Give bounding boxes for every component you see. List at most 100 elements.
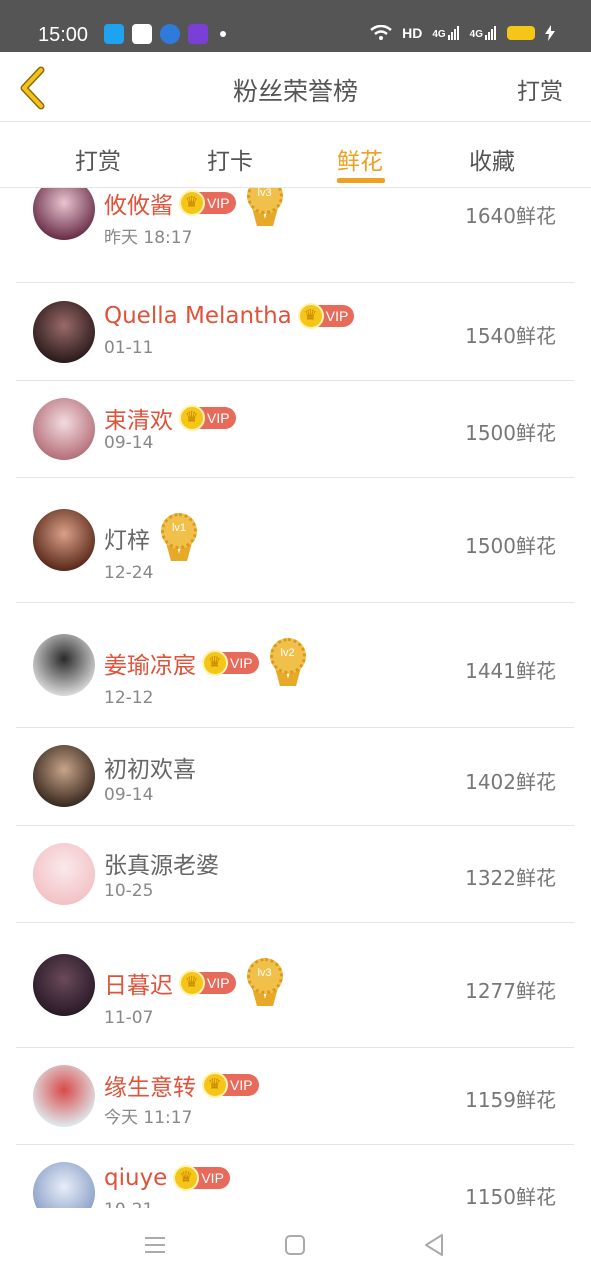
list-item[interactable]: 张真源老婆 10-25 1322鲜花 <box>16 826 574 923</box>
signal-bars-icon <box>447 26 459 40</box>
reward-button[interactable]: 打赏 <box>517 72 563 106</box>
flower-count: 1277鲜花 <box>465 979 556 1003</box>
signal-label-2: 4G <box>469 29 483 40</box>
name-line: 束清欢 VIP <box>104 401 236 435</box>
list-item[interactable]: 攸攸酱 VIP lv3 昨天 18:17 1640鲜花 <box>16 188 574 283</box>
flower-count: 1150鲜花 <box>465 1185 556 1208</box>
entry-date: 09-14 <box>104 433 154 453</box>
level-medal-icon: lv1 <box>160 513 198 563</box>
level-label: lv2 <box>280 647 295 659</box>
level-medal-icon: lv3 <box>246 958 284 1008</box>
user-name[interactable]: Quella Melantha <box>104 303 292 329</box>
title-bar: 粉丝荣誉榜 打赏 <box>0 52 591 122</box>
avatar[interactable] <box>33 1065 95 1127</box>
vip-badge: VIP <box>202 1072 259 1098</box>
tab-flowers[interactable]: 鲜花 <box>315 142 405 176</box>
crown-icon <box>202 1072 228 1098</box>
system-nav-bar <box>0 1208 591 1280</box>
avatar[interactable] <box>33 843 95 905</box>
user-name[interactable]: qiuye <box>104 1165 167 1191</box>
level-label: lv1 <box>171 522 187 534</box>
tab-reward[interactable]: 打赏 <box>53 142 143 176</box>
user-name[interactable]: 缘生意转 <box>104 1068 196 1102</box>
user-name[interactable]: 日暮迟 <box>104 966 173 1000</box>
level-label: lv3 <box>257 967 272 979</box>
vip-badge: VIP <box>179 190 236 216</box>
name-line: 初初欢喜 <box>104 750 196 784</box>
flower-count: 1402鲜花 <box>465 770 556 794</box>
crown-icon <box>202 650 228 676</box>
menu-icon[interactable] <box>140 1230 170 1260</box>
entry-date: 昨天 18:17 <box>104 228 193 248</box>
entry-date: 10-25 <box>104 881 154 901</box>
user-name[interactable]: 束清欢 <box>104 401 173 435</box>
signal-4g-2: 4G <box>470 26 497 40</box>
list-item[interactable]: Quella Melantha VIP 01-11 1540鲜花 <box>16 283 574 381</box>
level-medal-icon: lv3 <box>246 188 284 228</box>
charging-icon <box>545 25 555 41</box>
avatar[interactable] <box>33 509 95 571</box>
avatar[interactable] <box>33 301 95 363</box>
status-bar: 15:00 HD 4G 4G <box>0 0 591 52</box>
fan-ranking-list: 攸攸酱 VIP lv3 昨天 18:17 1640鲜花 Quella Melantha VI… <box>0 188 591 1208</box>
avatar[interactable] <box>33 954 95 1016</box>
entry-date: 11-07 <box>104 1008 154 1028</box>
entry-date: 今天 11:17 <box>104 1108 193 1128</box>
entry-date: 12-24 <box>104 563 154 583</box>
avatar[interactable] <box>33 188 95 240</box>
user-name[interactable]: 攸攸酱 <box>104 188 173 220</box>
flower-count: 1540鲜花 <box>465 324 556 348</box>
vip-badge: VIP <box>179 970 236 996</box>
back-icon[interactable] <box>420 1230 450 1260</box>
home-icon[interactable] <box>280 1230 310 1260</box>
tab-checkin[interactable]: 打卡 <box>185 142 275 176</box>
hd-indicator: HD <box>402 25 423 41</box>
flower-count: 1500鲜花 <box>465 534 556 558</box>
user-name[interactable]: 姜瑜凉宸 <box>104 646 196 680</box>
avatar[interactable] <box>33 398 95 460</box>
list-item[interactable]: 缘生意转 VIP 今天 11:17 1159鲜花 <box>16 1048 574 1145</box>
vip-badge: VIP <box>297 303 355 329</box>
entry-date: 01-11 <box>104 338 154 358</box>
tab-favorites[interactable]: 收藏 <box>447 142 537 176</box>
active-tab-indicator <box>337 178 385 183</box>
list-item[interactable]: qiuye VIP 10-21 1150鲜花 <box>16 1145 574 1208</box>
wifi-icon <box>370 25 392 40</box>
name-line: 攸攸酱 VIP lv3 <box>104 188 284 228</box>
vip-label: VIP <box>325 308 349 324</box>
user-name[interactable]: 灯梓 <box>104 521 150 555</box>
name-line: 缘生意转 VIP <box>104 1068 259 1102</box>
avatar[interactable] <box>33 745 95 807</box>
list-item[interactable]: 束清欢 VIP 09-14 1500鲜花 <box>16 381 574 478</box>
user-name[interactable]: 初初欢喜 <box>104 750 196 784</box>
vip-label: VIP <box>230 1077 253 1093</box>
avatar[interactable] <box>33 634 95 696</box>
flower-count: 1159鲜花 <box>465 1088 556 1112</box>
list-item[interactable]: 初初欢喜 09-14 1402鲜花 <box>16 728 574 826</box>
vip-badge: VIP <box>173 1165 230 1191</box>
vip-label: VIP <box>207 975 230 991</box>
signal-bars-icon <box>485 26 496 40</box>
entry-date: 12-12 <box>104 688 154 708</box>
list-item[interactable]: 日暮迟 VIP lv3 11-07 1277鲜花 <box>16 923 574 1048</box>
entry-date: 09-14 <box>104 785 154 805</box>
signal-label-1: 4G <box>432 29 446 40</box>
avatar[interactable] <box>33 1162 95 1208</box>
list-item[interactable]: 姜瑜凉宸 VIP lv2 12-12 1441鲜花 <box>16 603 574 728</box>
entry-date: 10-21 <box>104 1200 153 1208</box>
vip-label: VIP <box>207 410 230 426</box>
level-label: lv3 <box>257 188 272 199</box>
name-line: Quella Melantha VIP <box>104 303 355 329</box>
crown-icon <box>179 405 205 431</box>
page-title: 粉丝荣誉榜 <box>232 77 358 106</box>
list-item[interactable]: 灯梓 lv1 12-24 1500鲜花 <box>16 478 574 603</box>
level-medal-icon: lv2 <box>269 638 307 688</box>
video-app-icon <box>132 24 152 44</box>
crown-icon <box>179 970 205 996</box>
name-line: 日暮迟 VIP lv3 <box>104 958 284 1008</box>
name-line: 姜瑜凉宸 VIP lv2 <box>104 638 307 688</box>
user-name[interactable]: 张真源老婆 <box>104 846 219 880</box>
crown-icon <box>297 303 324 329</box>
vip-label: VIP <box>201 1170 224 1186</box>
flower-count: 1441鲜花 <box>465 659 556 683</box>
